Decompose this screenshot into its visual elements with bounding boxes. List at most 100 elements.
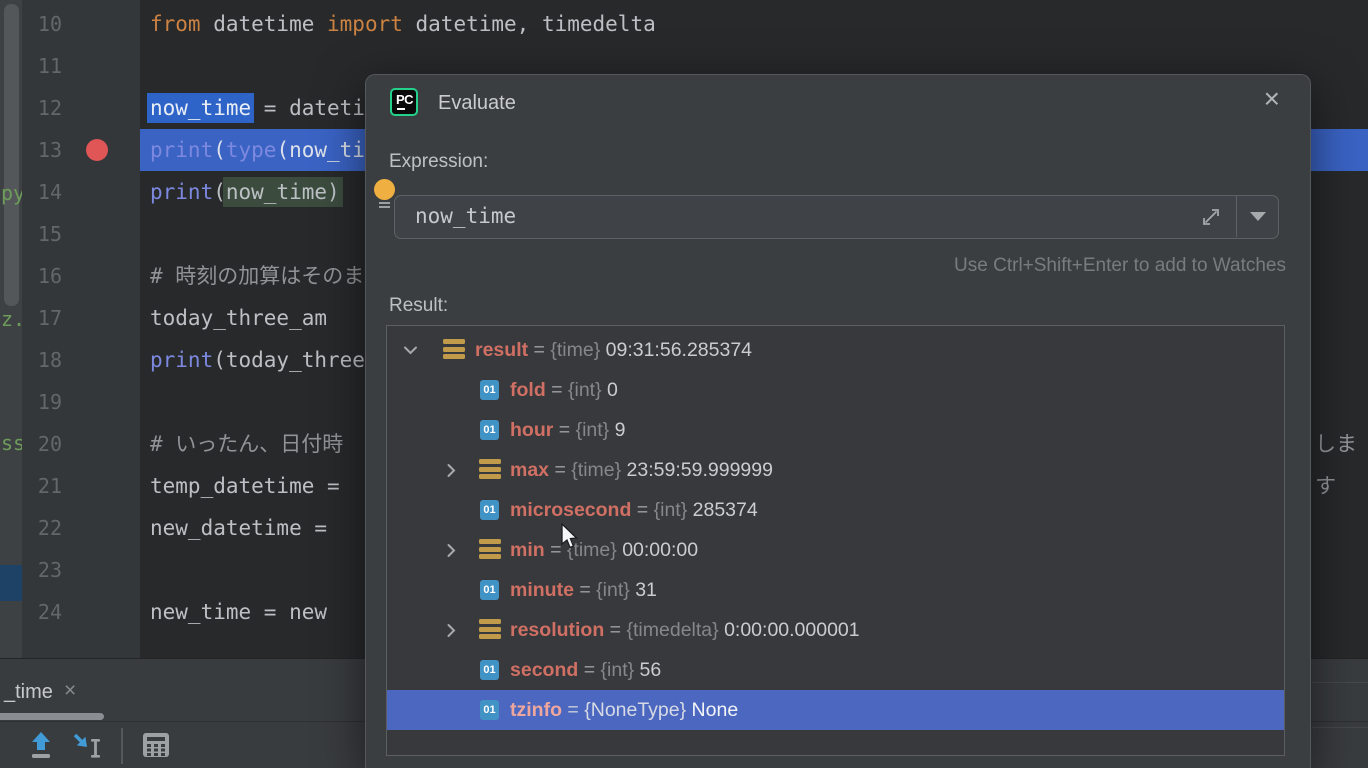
code-line: today_three_am (150, 297, 327, 339)
object-value-icon (479, 619, 501, 641)
tree-row[interactable]: min = {time} 00:00:00 (387, 530, 1284, 570)
code-token: print (150, 180, 213, 204)
active-tab-underline (0, 713, 104, 720)
tree-row-text: resolution = {timedelta} 0:00:00.000001 (510, 610, 860, 650)
expression-label: Expression: (389, 151, 488, 173)
pycharm-logo-icon: PC (390, 88, 418, 116)
tree-name: hour (510, 419, 553, 441)
chevron-collapsed-icon[interactable] (442, 541, 460, 559)
code-token: ( (213, 138, 226, 162)
tree-eq: = (528, 339, 550, 361)
toolbar-divider (121, 728, 123, 764)
code-token: (today_three (213, 348, 365, 372)
chevron-expanded-icon[interactable] (401, 341, 419, 359)
tree-type: {time} (550, 339, 600, 361)
tree-eq: = (578, 659, 600, 681)
tree-row-text: max = {time} 23:59:59.999999 (510, 450, 773, 490)
code-token: now_time (150, 96, 251, 120)
line-number: 23 (22, 549, 62, 591)
line-number: 10 (22, 3, 62, 45)
step-out-icon[interactable] (28, 731, 54, 759)
tree-val: None (686, 699, 738, 721)
evaluate-expression-icon[interactable] (142, 731, 170, 759)
primitive-value-icon: 01 (480, 580, 499, 600)
tree-type: {int} (596, 579, 630, 601)
intention-bulb-icon[interactable] (374, 179, 395, 200)
chevron-collapsed-icon[interactable] (442, 461, 460, 479)
line-number: 12 (22, 87, 62, 129)
code-token: ( (213, 180, 226, 204)
project-item-fragment: py (1, 172, 22, 214)
tree-row[interactable]: 01microsecond = {int} 285374 (387, 490, 1284, 530)
evaluate-dialog: PC Evaluate × Expression: now_time Use C… (365, 74, 1311, 768)
tree-row-text: hour = {int} 9 (510, 410, 625, 450)
code-token: datetime (201, 12, 327, 36)
tree-row[interactable]: 01 tzinfo = {NoneType} None (387, 690, 1284, 730)
line-number: 22 (22, 507, 62, 549)
line-number: 19 (22, 381, 62, 423)
tree-val: 31 (630, 579, 657, 601)
code-line: now_time = datetime (150, 87, 390, 129)
code-line: print(today_three (150, 339, 365, 381)
history-dropdown-button[interactable] (1236, 196, 1278, 237)
project-scrollbar-thumb[interactable] (4, 4, 19, 306)
tree-name: second (510, 659, 578, 681)
expression-value[interactable]: now_time (415, 196, 516, 237)
tree-row-text: result = {time} 09:31:56.285374 (475, 330, 752, 370)
code-token: now_time) (226, 180, 340, 204)
result-label: Result: (389, 295, 448, 317)
tree-eq: = (604, 619, 626, 641)
tree-row[interactable]: 01hour = {int} 9 (387, 410, 1284, 450)
project-panel-edge: pyz.pss. (0, 0, 22, 658)
tree-row-text: fold = {int} 0 (510, 370, 618, 410)
tree-name: microsecond (510, 499, 631, 521)
tree-val: 9 (609, 419, 625, 441)
run-to-cursor-icon[interactable] (72, 732, 106, 760)
expand-editor-icon[interactable] (1200, 206, 1222, 228)
tree-eq: = (562, 699, 584, 721)
tree-row[interactable]: result = {time} 09:31:56.285374 (387, 330, 1284, 370)
breakpoint-icon[interactable] (86, 139, 108, 161)
dialog-title: Evaluate (438, 92, 516, 115)
expression-input[interactable]: now_time (394, 195, 1279, 239)
code-token: # いったん、日付時 (150, 432, 343, 456)
right-panel-divider (1312, 727, 1368, 728)
tree-name: tzinfo (510, 699, 562, 721)
tree-type: {NoneType} (584, 699, 686, 721)
code-token: print (150, 138, 213, 162)
debug-tab[interactable]: _time (4, 681, 53, 704)
result-tree[interactable]: result = {time} 09:31:56.285374 01 fold = … (386, 325, 1285, 756)
code-token: new_datetime = (150, 516, 327, 540)
tab-close-icon[interactable]: × (64, 679, 76, 703)
tree-type: {int} (568, 379, 602, 401)
line-number: 13 (22, 129, 62, 171)
code-token: type (226, 138, 277, 162)
chevron-collapsed-icon[interactable] (442, 621, 460, 639)
code-line: new_datetime = (150, 507, 327, 549)
code-token: temp_datetime = (150, 474, 340, 498)
line-number: 11 (22, 45, 62, 87)
tree-val: 285374 (687, 499, 758, 521)
tree-val: 09:31:56.285374 (600, 339, 752, 361)
code-token: # 時刻の加算はそのまま (150, 264, 385, 288)
code-line: from datetime import datetime, timedelta (150, 3, 656, 45)
primitive-value-icon: 01 (480, 700, 499, 720)
code-token: today_three_am (150, 306, 327, 330)
line-number: 18 (22, 339, 62, 381)
tree-row-text: min = {time} 00:00:00 (510, 530, 698, 570)
project-selected-item (0, 565, 22, 601)
tree-val: 0:00:00.000001 (719, 619, 860, 641)
code-token: import (327, 12, 403, 36)
tree-name: result (475, 339, 528, 361)
primitive-value-icon: 01 (480, 380, 499, 400)
tree-type: {int} (654, 499, 688, 521)
tree-row[interactable]: max = {time} 23:59:59.999999 (387, 450, 1284, 490)
close-icon[interactable]: × (1264, 83, 1280, 115)
tree-eq: = (574, 579, 596, 601)
tree-row[interactable]: 01minute = {int} 31 (387, 570, 1284, 610)
tree-row[interactable]: 01 fold = {int} 0 (387, 370, 1284, 410)
code-token: from (150, 12, 201, 36)
tree-row[interactable]: resolution = {timedelta} 0:00:00.000001 (387, 610, 1284, 650)
tree-val: 0 (602, 379, 618, 401)
tree-row[interactable]: 01second = {int} 56 (387, 650, 1284, 690)
